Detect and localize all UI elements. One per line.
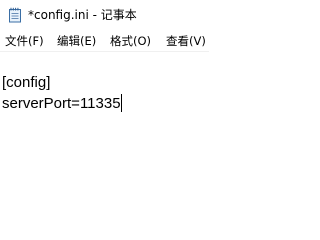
menu-edit[interactable]: 编辑(E) — [57, 33, 96, 49]
menu-format[interactable]: 格式(O) — [110, 33, 151, 49]
title-bar[interactable]: *config.ini - 记事本 — [0, 0, 209, 31]
editor-line-1-text: [config] — [2, 74, 51, 91]
menu-file[interactable]: 文件(F) — [5, 33, 44, 49]
notepad-icon — [7, 7, 23, 23]
menu-view[interactable]: 查看(V) — [166, 33, 206, 49]
window-title: *config.ini - 记事本 — [28, 8, 137, 22]
editor-line-1: [config] — [2, 73, 50, 93]
notepad-window: *config.ini - 记事本 文件(F) 编辑(E) 格式(O) 查看(V… — [0, 0, 209, 229]
editor-line-2: serverPort=11335 — [2, 94, 122, 114]
text-caret — [120, 94, 122, 112]
menu-bar: 文件(F) 编辑(E) 格式(O) 查看(V) — [0, 31, 209, 52]
text-editor-area[interactable]: [config] serverPort=11335 — [0, 52, 209, 229]
editor-line-2-text: serverPort=11335 — [2, 95, 121, 112]
